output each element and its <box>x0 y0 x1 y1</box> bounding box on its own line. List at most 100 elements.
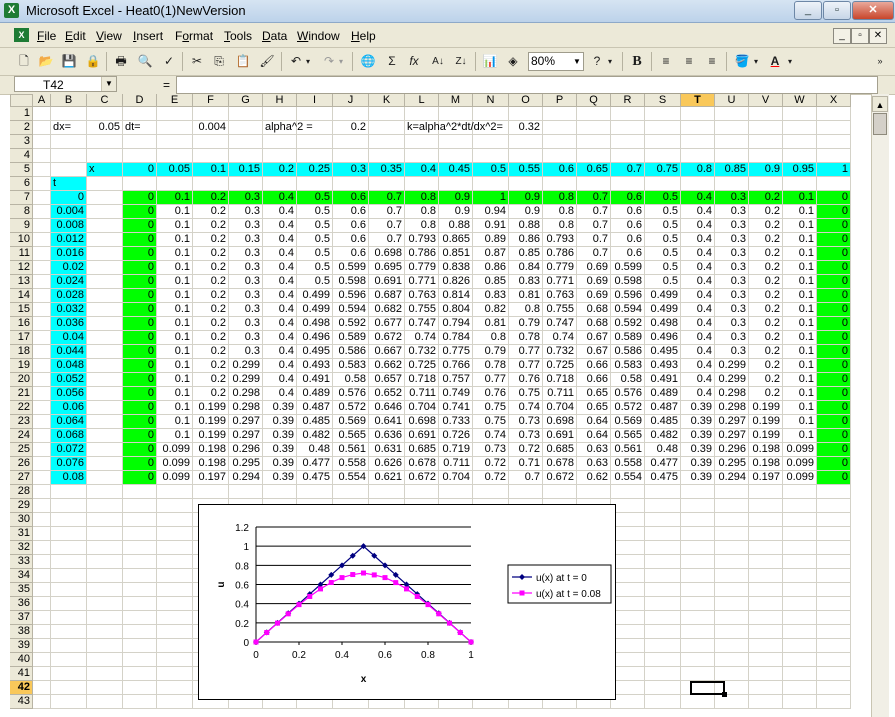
u-value-cell[interactable]: 0.3 <box>229 191 263 205</box>
u-value-cell[interactable]: 0.814 <box>439 289 473 303</box>
u-value-cell[interactable]: 0.685 <box>543 443 577 457</box>
cell-E42[interactable] <box>157 681 193 695</box>
cell-I3[interactable] <box>297 135 333 149</box>
u-value-cell[interactable]: 0.4 <box>681 289 715 303</box>
cell-T28[interactable] <box>681 485 715 499</box>
cell-P3[interactable] <box>543 135 577 149</box>
cell-S30[interactable] <box>645 513 681 527</box>
u-value-cell[interactable]: 0.8 <box>543 205 577 219</box>
cell-A29[interactable] <box>33 499 51 513</box>
u-value-cell[interactable]: 0.294 <box>715 471 749 485</box>
u-value-cell[interactable]: 0.2 <box>193 261 229 275</box>
u-value-cell[interactable]: 0.711 <box>439 457 473 471</box>
cell-C40[interactable] <box>87 653 123 667</box>
u-value-cell[interactable]: 0.583 <box>611 359 645 373</box>
cell-Q1[interactable] <box>577 107 611 121</box>
u-value-cell[interactable]: 0.3 <box>229 233 263 247</box>
cell-S43[interactable] <box>645 695 681 709</box>
cell-C36[interactable] <box>87 597 123 611</box>
u-value-cell[interactable]: 0.3 <box>229 317 263 331</box>
cell-D31[interactable] <box>123 527 157 541</box>
cell-L4[interactable] <box>405 149 439 163</box>
u-value-cell[interactable]: 0.8 <box>543 219 577 233</box>
cell-I1[interactable] <box>297 107 333 121</box>
u-value-cell[interactable]: 0.719 <box>439 443 473 457</box>
u-value-cell[interactable]: 0.9 <box>439 191 473 205</box>
cell-X38[interactable] <box>817 625 851 639</box>
u-value-cell[interactable]: 0.489 <box>297 387 333 401</box>
cell-C21[interactable] <box>87 387 123 401</box>
u-value-cell[interactable]: 0 <box>123 345 157 359</box>
cell-U39[interactable] <box>715 639 749 653</box>
cell-E40[interactable] <box>157 653 193 667</box>
cell-H3[interactable] <box>263 135 297 149</box>
u-value-cell[interactable]: 0.4 <box>263 289 297 303</box>
u-value-cell[interactable]: 0.491 <box>645 373 681 387</box>
u-value-cell[interactable]: 0.1 <box>783 373 817 387</box>
u-value-cell[interactable]: 0 <box>817 275 851 289</box>
cell-F28[interactable] <box>193 485 229 499</box>
k-label[interactable]: k=alpha^2*dt/dx^2= <box>405 121 503 135</box>
cell-U36[interactable] <box>715 597 749 611</box>
row-header-17[interactable]: 17 <box>10 331 33 345</box>
t-value-cell[interactable]: 0.028 <box>51 289 87 303</box>
cell-B39[interactable] <box>51 639 87 653</box>
u-value-cell[interactable]: 0.72 <box>509 443 543 457</box>
cell-V32[interactable] <box>749 541 783 555</box>
u-value-cell[interactable]: 0.596 <box>333 289 369 303</box>
u-value-cell[interactable]: 0.1 <box>783 429 817 443</box>
cell-R1[interactable] <box>611 107 645 121</box>
cell-S6[interactable] <box>645 177 681 191</box>
u-value-cell[interactable]: 0.8 <box>509 303 543 317</box>
menu-data[interactable]: Data <box>262 29 287 43</box>
u-value-cell[interactable]: 0 <box>123 317 157 331</box>
row-header-3[interactable]: 3 <box>10 135 33 149</box>
cell-V4[interactable] <box>749 149 783 163</box>
cell-Q6[interactable] <box>577 177 611 191</box>
row-header-27[interactable]: 27 <box>10 471 33 485</box>
u-value-cell[interactable]: 0.698 <box>405 415 439 429</box>
row-header-35[interactable]: 35 <box>10 583 33 597</box>
cell-E1[interactable] <box>157 107 193 121</box>
cell-M3[interactable] <box>439 135 473 149</box>
u-value-cell[interactable]: 0.793 <box>543 233 577 247</box>
x-value-cell[interactable]: 0.3 <box>333 163 369 177</box>
column-header-r[interactable]: R <box>611 94 645 107</box>
u-value-cell[interactable]: 0 <box>123 471 157 485</box>
cell-C42[interactable] <box>87 681 123 695</box>
scroll-thumb[interactable] <box>873 113 887 135</box>
row-header-20[interactable]: 20 <box>10 373 33 387</box>
u-value-cell[interactable]: 0.89 <box>473 233 509 247</box>
cell-B37[interactable] <box>51 611 87 625</box>
cell-G3[interactable] <box>229 135 263 149</box>
cell-F6[interactable] <box>193 177 229 191</box>
cell-V31[interactable] <box>749 527 783 541</box>
u-value-cell[interactable]: 0.197 <box>193 471 229 485</box>
cell-V2[interactable] <box>749 121 783 135</box>
cell-W40[interactable] <box>783 653 817 667</box>
row-header-1[interactable]: 1 <box>10 107 33 121</box>
u-value-cell[interactable]: 0 <box>123 191 157 205</box>
u-value-cell[interactable]: 0.8 <box>543 191 577 205</box>
cell-C31[interactable] <box>87 527 123 541</box>
cell-C14[interactable] <box>87 289 123 303</box>
u-value-cell[interactable]: 0 <box>123 331 157 345</box>
cell-R42[interactable] <box>611 681 645 695</box>
u-value-cell[interactable]: 0.4 <box>263 317 297 331</box>
u-value-cell[interactable]: 0.94 <box>473 205 509 219</box>
cell-D43[interactable] <box>123 695 157 709</box>
u-value-cell[interactable]: 0 <box>123 219 157 233</box>
u-value-cell[interactable]: 0.561 <box>333 443 369 457</box>
cell-U3[interactable] <box>715 135 749 149</box>
u-value-cell[interactable]: 0.4 <box>681 303 715 317</box>
u-value-cell[interactable]: 0.565 <box>333 429 369 443</box>
u-value-cell[interactable]: 0.39 <box>681 429 715 443</box>
column-header-l[interactable]: L <box>405 94 439 107</box>
column-header-u[interactable]: U <box>715 94 749 107</box>
t-value-cell[interactable]: 0.02 <box>51 261 87 275</box>
row-header-13[interactable]: 13 <box>10 275 33 289</box>
u-value-cell[interactable]: 0.76 <box>509 373 543 387</box>
align-center-icon[interactable]: ≡ <box>680 53 698 70</box>
cell-G2[interactable] <box>229 121 263 135</box>
cell-J28[interactable] <box>333 485 369 499</box>
